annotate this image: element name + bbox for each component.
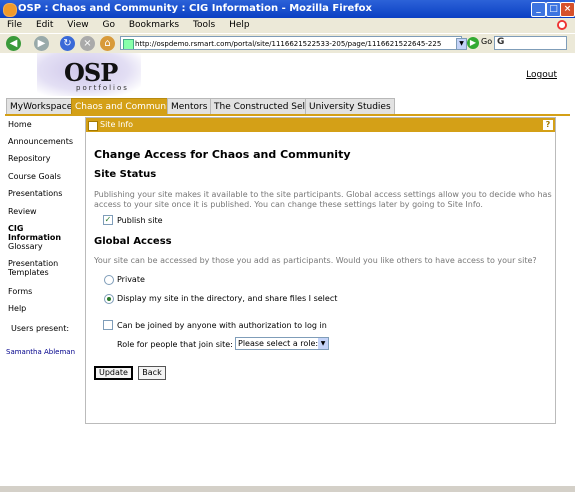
menu-tools[interactable]: Tools <box>193 20 215 30</box>
page-favicon-icon <box>123 39 134 49</box>
joinable-checkbox[interactable] <box>103 320 113 330</box>
menu-bar: File Edit View Go Bookmarks Tools Help ● <box>0 18 575 33</box>
tool-menu: Home Announcements Repository Course Goa… <box>5 116 78 486</box>
nav-item-announcements[interactable]: Announcements <box>8 137 73 146</box>
nav-item-presentations[interactable]: Presentations <box>8 189 62 198</box>
close-button[interactable]: × <box>560 2 575 17</box>
reset-tool-icon[interactable] <box>88 121 98 131</box>
status-bar <box>0 486 575 492</box>
site-info-tool: Site Info ? Change Access for Chaos and … <box>85 117 556 424</box>
back-button[interactable]: Back <box>138 366 166 380</box>
osp-logo-subtext: portfolios <box>76 84 129 92</box>
window-title: OSP : Chaos and Community : CIG Informat… <box>18 3 373 14</box>
menu-view[interactable]: View <box>67 20 88 30</box>
private-label: Private <box>117 275 145 284</box>
menu-edit[interactable]: Edit <box>36 20 53 30</box>
display-in-directory-radio[interactable] <box>104 294 114 304</box>
tool-title-bar: Site Info ? <box>86 118 555 132</box>
chevron-down-icon: ▼ <box>318 338 328 349</box>
menu-go[interactable]: Go <box>102 20 114 30</box>
site-status-heading: Site Status <box>94 169 157 180</box>
nav-item-help[interactable]: Help <box>8 304 26 313</box>
tab-the-constructed-self[interactable]: The Constructed Self <box>210 98 313 114</box>
global-access-heading: Global Access <box>94 236 172 247</box>
google-icon: G <box>497 37 505 47</box>
menu-file[interactable]: File <box>7 20 22 30</box>
nav-item-forms[interactable]: Forms <box>8 287 32 296</box>
url-input[interactable]: http://ospdemo.rsmart.com/portal/site/11… <box>120 36 462 50</box>
reload-icon[interactable]: ↻ <box>60 36 75 51</box>
present-user: Samantha Ableman <box>6 348 76 356</box>
private-radio[interactable] <box>104 275 114 285</box>
nav-item-home[interactable]: Home <box>8 120 32 129</box>
display-in-directory-label: Display my site in the directory, and sh… <box>117 294 338 303</box>
activity-throbber-icon: ● <box>557 20 567 30</box>
nav-item-review[interactable]: Review <box>8 207 37 216</box>
menu-bookmarks[interactable]: Bookmarks <box>129 20 179 30</box>
tab-university-studies[interactable]: University Studies <box>305 98 395 114</box>
url-dropdown-icon[interactable]: ▼ <box>456 38 467 50</box>
users-present-label: Users present: <box>11 324 70 333</box>
update-button[interactable]: Update <box>94 366 133 380</box>
search-input[interactable]: G <box>494 36 567 50</box>
nav-item-repository[interactable]: Repository <box>8 154 51 163</box>
window-title-bar: OSP : Chaos and Community : CIG Informat… <box>0 0 575 18</box>
back-arrow-icon[interactable]: ◀ <box>6 36 21 51</box>
join-role-select[interactable]: Please select a role: ▼ <box>235 337 329 350</box>
go-arrow-icon[interactable]: ▶ <box>467 37 479 49</box>
tab-mentors[interactable]: Mentors <box>167 98 212 114</box>
tab-chaos-and-community[interactable]: Chaos and Community <box>71 98 182 114</box>
joinable-label: Can be joined by anyone with authorizati… <box>117 321 327 330</box>
nav-item-cig-information[interactable]: CIG Information <box>8 224 78 242</box>
publish-site-checkbox[interactable]: ✓ <box>103 215 113 225</box>
global-access-description: Your site can be accessed by those you a… <box>94 256 537 265</box>
firefox-icon <box>3 3 17 17</box>
menu-help[interactable]: Help <box>229 20 250 30</box>
site-status-description: Publishing your site makes it available … <box>94 190 552 209</box>
logout-link[interactable]: Logout <box>526 70 557 80</box>
tool-title: Site Info <box>100 120 134 129</box>
navigation-toolbar: ◀ ▶ ↻ × ⌂ http://ospdemo.rsmart.com/port… <box>0 33 575 54</box>
maximize-button[interactable]: □ <box>546 2 561 17</box>
nav-item-presentation-templates[interactable]: Presentation Templates <box>8 259 70 277</box>
osp-logo: OSP <box>64 58 118 87</box>
nav-item-course-goals[interactable]: Course Goals <box>8 172 61 181</box>
site-tabs: MyWorkspace Chaos and Community Mentors … <box>5 96 570 116</box>
join-role-label: Role for people that join site: <box>117 340 233 349</box>
minimize-button[interactable]: _ <box>531 2 546 17</box>
tab-myworkspace[interactable]: MyWorkspace <box>6 98 77 114</box>
home-icon[interactable]: ⌂ <box>100 36 115 51</box>
portal-header: OSP portfolios Logout <box>5 53 570 96</box>
forward-arrow-icon[interactable]: ▶ <box>34 36 49 51</box>
page-title: Change Access for Chaos and Community <box>94 148 351 161</box>
publish-site-label: Publish site <box>117 216 163 225</box>
help-icon[interactable]: ? <box>543 120 553 130</box>
stop-icon[interactable]: × <box>80 36 95 51</box>
go-button[interactable]: Go <box>481 37 492 46</box>
nav-item-glossary[interactable]: Glossary <box>8 242 43 251</box>
